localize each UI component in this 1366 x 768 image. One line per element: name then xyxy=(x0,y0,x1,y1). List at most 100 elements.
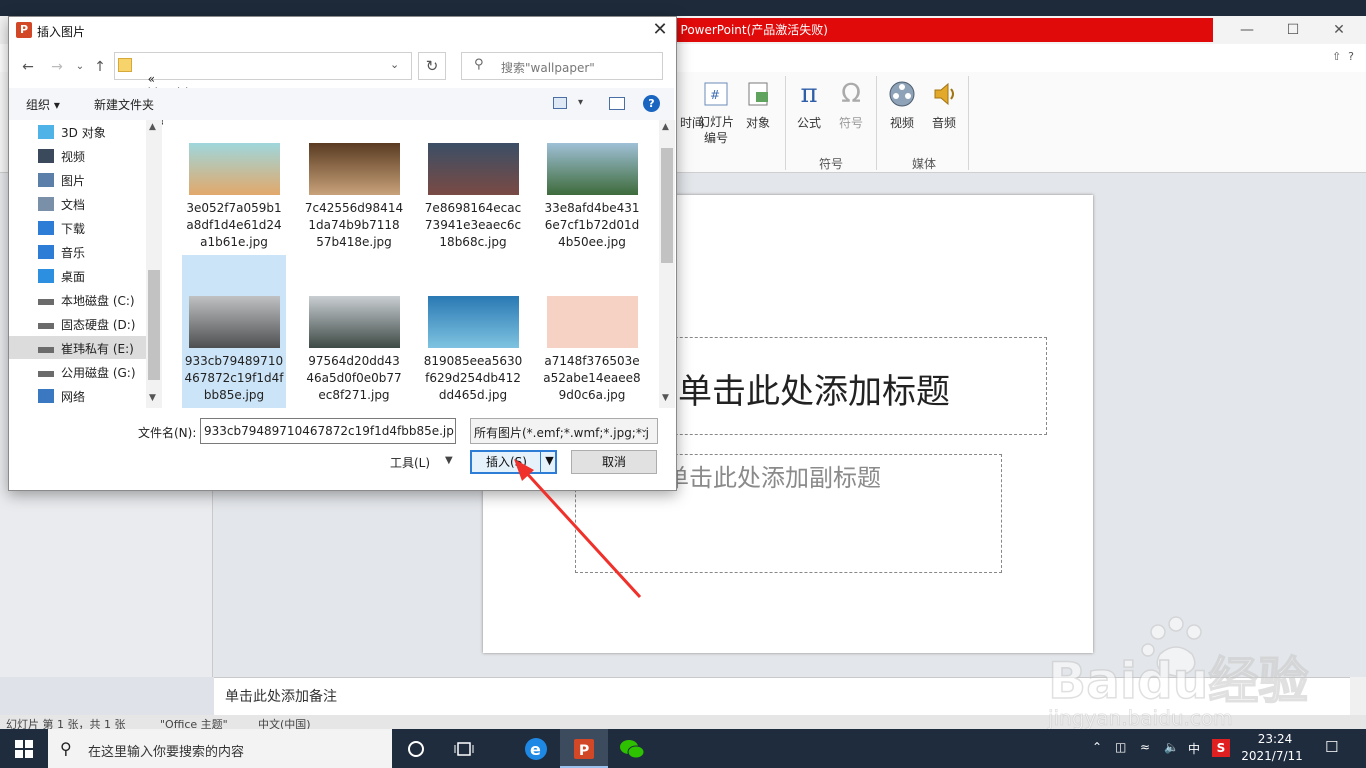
ime-indicator[interactable]: 中 xyxy=(1188,740,1200,757)
nav-item[interactable]: 音乐 xyxy=(38,242,85,262)
nav-item-label: 桌面 xyxy=(61,269,86,284)
minimize-icon[interactable]: — xyxy=(1224,16,1270,44)
powerpoint-taskbar-icon[interactable]: P xyxy=(560,729,608,768)
organize-button[interactable]: 组织 ▾ xyxy=(26,96,60,113)
battery-icon[interactable]: ◫ xyxy=(1115,740,1126,754)
nav-item[interactable]: 固态硬盘 (D:) xyxy=(38,314,135,334)
drive-icon xyxy=(38,371,54,377)
ppt-title-banner: t PowerPoint(产品激活失败) xyxy=(660,18,1213,42)
ribbon-object-button[interactable]: 对象 xyxy=(730,78,786,131)
scroll-up-icon[interactable]: ▲ xyxy=(662,122,669,132)
nav-item[interactable]: 下载 xyxy=(38,218,85,238)
view-dropdown-icon[interactable]: ▾ xyxy=(578,97,583,108)
wifi-icon[interactable]: ≈ xyxy=(1140,740,1150,754)
files-scrollbar-thumb[interactable] xyxy=(661,148,673,263)
file-name-line: 97564d20dd43 xyxy=(308,354,400,368)
taskbar-clock-date[interactable]: 2021/7/11 xyxy=(1232,749,1312,763)
file-item[interactable]: 97564d20dd43 46a5d0f0e0b77 ec8f271.jpg xyxy=(302,255,406,408)
sogou-ime-icon[interactable]: S xyxy=(1212,739,1230,757)
notification-icon[interactable]: ☐ xyxy=(1325,738,1338,756)
preview-pane-icon[interactable] xyxy=(609,97,625,110)
pi-icon: π xyxy=(800,79,818,109)
address-dropdown-chevron-icon[interactable]: ⌄ xyxy=(390,58,399,71)
dialog-close-button[interactable]: ✕ xyxy=(648,18,672,42)
svg-text:jingyan.baidu.com: jingyan.baidu.com xyxy=(1047,706,1233,730)
file-item[interactable]: 7e8698164ecac 73941e3eaec6c 18b68c.jpg xyxy=(421,120,525,270)
wechat-icon[interactable] xyxy=(608,729,656,768)
nav-item[interactable]: 文档 xyxy=(38,194,85,214)
file-name-line: 7c42556d98414 xyxy=(304,201,404,215)
file-item[interactable]: a7148f376503e a52abe14eaee8 9d0c6a.jpg xyxy=(540,255,644,408)
image-thumbnail xyxy=(427,296,519,348)
help-icon[interactable]: ? xyxy=(643,95,660,112)
tools-dropdown-icon[interactable]: ▼ xyxy=(445,455,453,466)
nav-item[interactable]: 公用磁盘 (G:) xyxy=(38,362,136,382)
image-thumbnail xyxy=(308,143,400,195)
nav-item-label: 公用磁盘 (G:) xyxy=(61,365,136,380)
scroll-down-icon[interactable]: ▼ xyxy=(149,393,156,403)
filename-input[interactable]: 933cb79489710467872c19f1d4fbb85e.jp xyxy=(200,418,456,444)
ribbon-help-icons[interactable]: ⇧ ? xyxy=(1332,50,1354,63)
nav-item-label: 下载 xyxy=(61,221,86,236)
title-placeholder[interactable]: 单击此处添加标题 xyxy=(678,364,950,413)
window-close-icon[interactable]: ✕ xyxy=(1316,16,1362,44)
tools-button[interactable]: 工具(L) xyxy=(390,454,430,471)
nav-item[interactable]: 崔玮私有 (E:) xyxy=(38,338,134,358)
up-arrow-icon[interactable]: ↑ xyxy=(90,57,110,77)
recent-locations-chevron-icon[interactable]: ⌄ xyxy=(70,57,90,77)
image-thumbnail xyxy=(546,296,638,348)
search-icon: ⚲ xyxy=(60,739,72,758)
file-name: a7148f376503e a52abe14eaee8 9d0c6a.jpg xyxy=(542,353,642,404)
file-item-selected[interactable]: 933cb79489710 467872c19f1d4f bb85e.jpg xyxy=(182,255,286,408)
back-arrow-icon[interactable]: ← xyxy=(18,57,38,77)
nav-item[interactable]: 视频 xyxy=(38,146,85,166)
scroll-up-icon[interactable]: ▲ xyxy=(149,122,156,132)
maximize-icon[interactable]: ☐ xyxy=(1270,16,1316,44)
nav-item[interactable]: 图片 xyxy=(38,170,85,190)
ribbon-audio-button[interactable]: 音频 xyxy=(916,78,972,131)
subtitle-placeholder[interactable]: 单击此处添加副标题 xyxy=(665,458,881,493)
windows-logo-icon xyxy=(15,739,33,758)
filetype-chevron-icon[interactable]: ⌄ xyxy=(640,424,648,435)
notes-placeholder[interactable]: 单击此处添加备注 xyxy=(225,686,337,706)
taskbar-clock-time[interactable]: 23:24 xyxy=(1240,732,1310,746)
file-item[interactable]: 819085eea5630 f629d254db412 dd465d.jpg xyxy=(421,255,525,408)
file-item[interactable]: 33e8afd4be431 6e7cf1b72d01d 4b50ee.jpg xyxy=(540,120,644,270)
nav-scrollbar-thumb[interactable] xyxy=(148,270,160,380)
folder-icon xyxy=(118,58,132,72)
file-item[interactable]: 7c42556d98414 1da74b9b7118 57b418e.jpg xyxy=(302,120,406,270)
nav-item-label: 固态硬盘 (D:) xyxy=(61,317,136,332)
task-view-icon[interactable] xyxy=(440,729,488,768)
nav-item-label: 网络 xyxy=(61,389,86,404)
change-view-icon[interactable] xyxy=(553,97,567,109)
new-folder-button[interactable]: 新建文件夹 xyxy=(94,96,154,113)
ribbon-help-icon[interactable]: ? xyxy=(1348,50,1354,63)
music-folder-icon xyxy=(38,245,54,259)
edge-browser-icon[interactable]: e xyxy=(512,729,560,768)
ribbon-symbol-button[interactable]: Ω 符号 xyxy=(823,78,879,131)
nav-item[interactable]: 网络 xyxy=(38,386,85,406)
volume-icon[interactable]: 🔈 xyxy=(1164,740,1179,754)
nav-item-label: 视频 xyxy=(61,149,86,164)
refresh-button[interactable]: ↻ xyxy=(418,52,446,80)
search-placeholder: 搜索"wallpaper" xyxy=(501,61,595,75)
drive-icon xyxy=(38,299,54,305)
omega-icon: Ω xyxy=(841,79,861,109)
scroll-down-icon[interactable]: ▼ xyxy=(662,393,669,403)
start-button[interactable] xyxy=(0,729,48,768)
search-icon: ⚲ xyxy=(474,57,484,72)
image-thumbnail xyxy=(427,143,519,195)
image-thumbnail xyxy=(546,143,638,195)
forward-arrow-icon[interactable]: → xyxy=(47,57,67,77)
file-item[interactable]: 3e052f7a059b1 a8df1d4e61d24 a1b61e.jpg xyxy=(182,120,286,270)
nav-item[interactable]: 3D 对象 xyxy=(38,122,106,142)
nav-item[interactable]: 本地磁盘 (C:) xyxy=(38,290,135,310)
cortana-icon[interactable] xyxy=(392,729,440,768)
nav-item[interactable]: 桌面 xyxy=(38,266,85,286)
file-name-line: 57b418e.jpg xyxy=(316,235,392,249)
tray-chevron-up-icon[interactable]: ⌃ xyxy=(1092,740,1102,754)
video-folder-icon xyxy=(38,149,54,163)
desktop-top-strip xyxy=(0,0,1366,16)
file-name: 819085eea5630 f629d254db412 dd465d.jpg xyxy=(423,353,523,404)
filetype-select[interactable]: 所有图片(*.emf;*.wmf;*.jpg;*.j xyxy=(470,418,658,444)
